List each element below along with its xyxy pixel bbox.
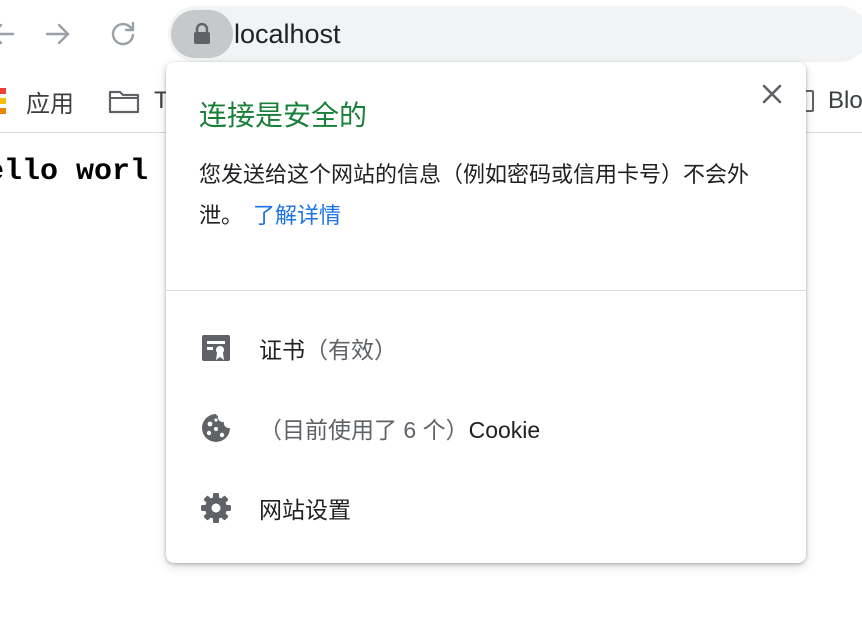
certificate-row[interactable]: 证书（有效） bbox=[166, 318, 806, 378]
back-button[interactable] bbox=[0, 14, 22, 54]
bookmark-folder[interactable]: T bbox=[108, 84, 169, 118]
url-text[interactable]: localhost bbox=[234, 16, 341, 52]
arrow-right-icon bbox=[45, 23, 70, 45]
arrow-left-icon bbox=[0, 23, 15, 45]
certificate-icon bbox=[200, 332, 232, 364]
page-content-text: ello worl bbox=[0, 155, 149, 189]
cookies-row[interactable]: （目前使用了 6 个）Cookie bbox=[166, 398, 806, 458]
site-settings-label-text: 网站设置 bbox=[259, 497, 351, 523]
reload-icon bbox=[111, 21, 135, 46]
forward-button[interactable] bbox=[38, 14, 78, 54]
lock-icon bbox=[194, 23, 210, 44]
cookies-count: （目前使用了 6 个） bbox=[259, 417, 469, 443]
certificate-label: 证书（有效） bbox=[259, 331, 397, 365]
bookmark-right-label: Blo bbox=[828, 87, 862, 114]
connection-secure-title: 连接是安全的 bbox=[199, 100, 368, 131]
apps-grid-icon bbox=[0, 88, 6, 114]
site-settings-label: 网站设置 bbox=[259, 491, 351, 525]
certificate-label-text: 证书 bbox=[259, 337, 305, 363]
bookmark-apps-label: 应用 bbox=[26, 90, 74, 118]
popup-divider bbox=[166, 290, 806, 291]
learn-more-link[interactable]: 了解详情 bbox=[253, 203, 341, 228]
cookies-label-text: Cookie bbox=[468, 417, 541, 443]
reload-button[interactable] bbox=[103, 14, 143, 54]
site-info-button[interactable] bbox=[171, 10, 233, 58]
certificate-status: （有效） bbox=[305, 337, 397, 363]
bookmark-apps[interactable]: 应用 bbox=[0, 84, 74, 118]
site-info-popup: 连接是安全的 您发送给这个网站的信息（例如密码或信用卡号）不会外泄。 了解详情 证… bbox=[166, 62, 806, 563]
cookie-icon bbox=[200, 412, 232, 444]
site-settings-row[interactable]: 网站设置 bbox=[166, 478, 806, 538]
gear-icon bbox=[200, 492, 232, 524]
close-icon bbox=[762, 84, 782, 104]
connection-description: 您发送给这个网站的信息（例如密码或信用卡号）不会外泄。 了解详情 bbox=[199, 154, 779, 236]
folder-icon bbox=[108, 90, 140, 114]
cookies-label: （目前使用了 6 个）Cookie bbox=[259, 411, 540, 445]
browser-toolbar: localhost bbox=[0, 0, 862, 70]
popup-close-button[interactable] bbox=[756, 78, 788, 110]
